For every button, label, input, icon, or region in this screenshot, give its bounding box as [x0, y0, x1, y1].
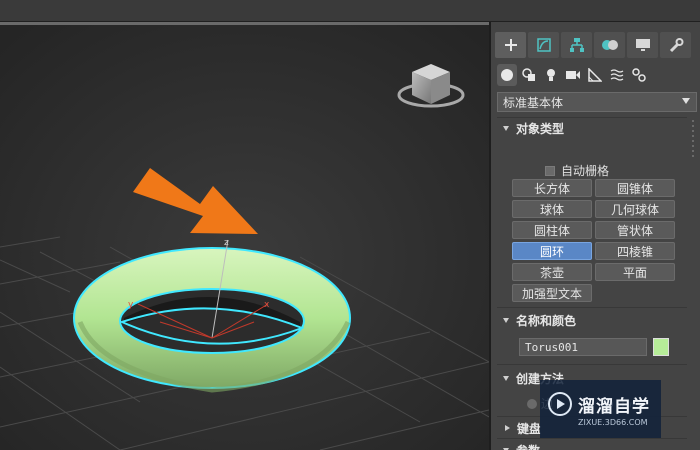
object-category-dropdown[interactable]: 标准基本体 [497, 92, 697, 112]
lights-subtab[interactable] [541, 64, 561, 86]
plane-button[interactable]: 平面 [595, 263, 675, 281]
edge-radio[interactable] [527, 398, 537, 409]
shapes-icon [522, 68, 535, 81]
autogrid-checkbox-row[interactable]: 自动栅格 [545, 162, 609, 179]
tube-button[interactable]: 管状体 [595, 221, 675, 239]
rollout-divider [497, 364, 687, 365]
object-color-swatch[interactable] [653, 338, 669, 356]
create-tab-icon [504, 39, 517, 51]
play-logo-icon [548, 392, 572, 416]
watermark: 溜溜自学 ZIXUE.3D66.COM [540, 380, 661, 438]
pyramid-button[interactable]: 四棱锥 [595, 242, 675, 260]
create-tab[interactable] [495, 32, 526, 58]
systems-icon [632, 68, 646, 82]
motion-tab[interactable] [594, 32, 625, 58]
create-category-bar [497, 64, 697, 86]
rollout-divider [497, 307, 687, 308]
sphere-button[interactable]: 球体 [512, 200, 592, 218]
command-panel-tabs [495, 32, 698, 58]
motion-tab-icon [601, 40, 618, 50]
modify-tab-icon [536, 38, 551, 52]
geosphere-button[interactable]: 几何球体 [595, 200, 675, 218]
expand-triangle-icon [503, 375, 509, 381]
modify-tab[interactable] [528, 32, 559, 58]
box-button[interactable]: 长方体 [512, 179, 592, 197]
watermark-name: 溜溜自学 [578, 396, 650, 417]
display-tab[interactable] [627, 32, 658, 58]
perspective-viewport[interactable]: z y x [0, 22, 489, 450]
chevron-down-icon [682, 98, 690, 104]
utilities-tab[interactable] [660, 32, 691, 58]
hierarchy-tab[interactable] [561, 32, 592, 58]
cameras-icon [566, 71, 580, 79]
helpers-subtab[interactable] [585, 64, 605, 86]
expand-triangle-icon [503, 125, 509, 131]
torus-object[interactable] [73, 247, 351, 393]
geometry-icon [501, 69, 513, 81]
hierarchy-tab-icon [569, 38, 584, 52]
lights-icon [547, 69, 555, 81]
utilities-tab-icon [669, 38, 683, 53]
torus-button[interactable]: 圆环 [512, 242, 592, 260]
cylinder-button[interactable]: 圆柱体 [512, 221, 592, 239]
axis-z-label: z [224, 238, 229, 248]
viewport-scene: z y x [0, 22, 489, 450]
object-type-title: 对象类型 [516, 121, 565, 136]
shapes-subtab[interactable] [519, 64, 539, 86]
top-toolbar [0, 0, 700, 22]
autogrid-label: 自动栅格 [561, 164, 610, 178]
watermark-url: ZIXUE.3D66.COM [578, 417, 648, 427]
axis-x-label: x [264, 300, 270, 310]
textplus-button[interactable]: 加强型文本 [512, 284, 592, 302]
space-warps-subtab[interactable] [607, 64, 627, 86]
cone-button[interactable]: 圆锥体 [595, 179, 675, 197]
space-warps-icon [610, 69, 624, 81]
keyboard-entry-title: 键盘 [517, 421, 542, 436]
geometry-subtab[interactable] [497, 64, 517, 86]
object-name-input[interactable]: Torus001 [519, 338, 647, 356]
systems-subtab[interactable] [629, 64, 649, 86]
display-tab-icon [635, 39, 650, 51]
parameters-header[interactable]: 参数 [497, 440, 687, 450]
rollout-divider [497, 438, 687, 439]
autogrid-checkbox[interactable] [545, 165, 555, 176]
collapse-triangle-icon [505, 425, 510, 431]
object-category-value: 标准基本体 [503, 95, 564, 110]
name-color-rollout: 名称和颜色 [497, 310, 687, 330]
expand-triangle-icon [503, 317, 509, 323]
helpers-icon [588, 68, 602, 82]
name-color-header[interactable]: 名称和颜色 [497, 310, 687, 330]
name-color-title: 名称和颜色 [516, 313, 577, 328]
parameters-rollout: 参数 [497, 440, 687, 450]
panel-scroll-handle[interactable] [689, 117, 697, 450]
teapot-button[interactable]: 茶壶 [512, 263, 592, 281]
object-type-rollout: 对象类型 [497, 118, 687, 138]
axis-y-label: y [128, 300, 134, 310]
object-type-header[interactable]: 对象类型 [497, 118, 687, 138]
parameters-title: 参数 [516, 442, 540, 450]
cameras-subtab[interactable] [563, 64, 583, 86]
viewport-border [0, 22, 489, 25]
